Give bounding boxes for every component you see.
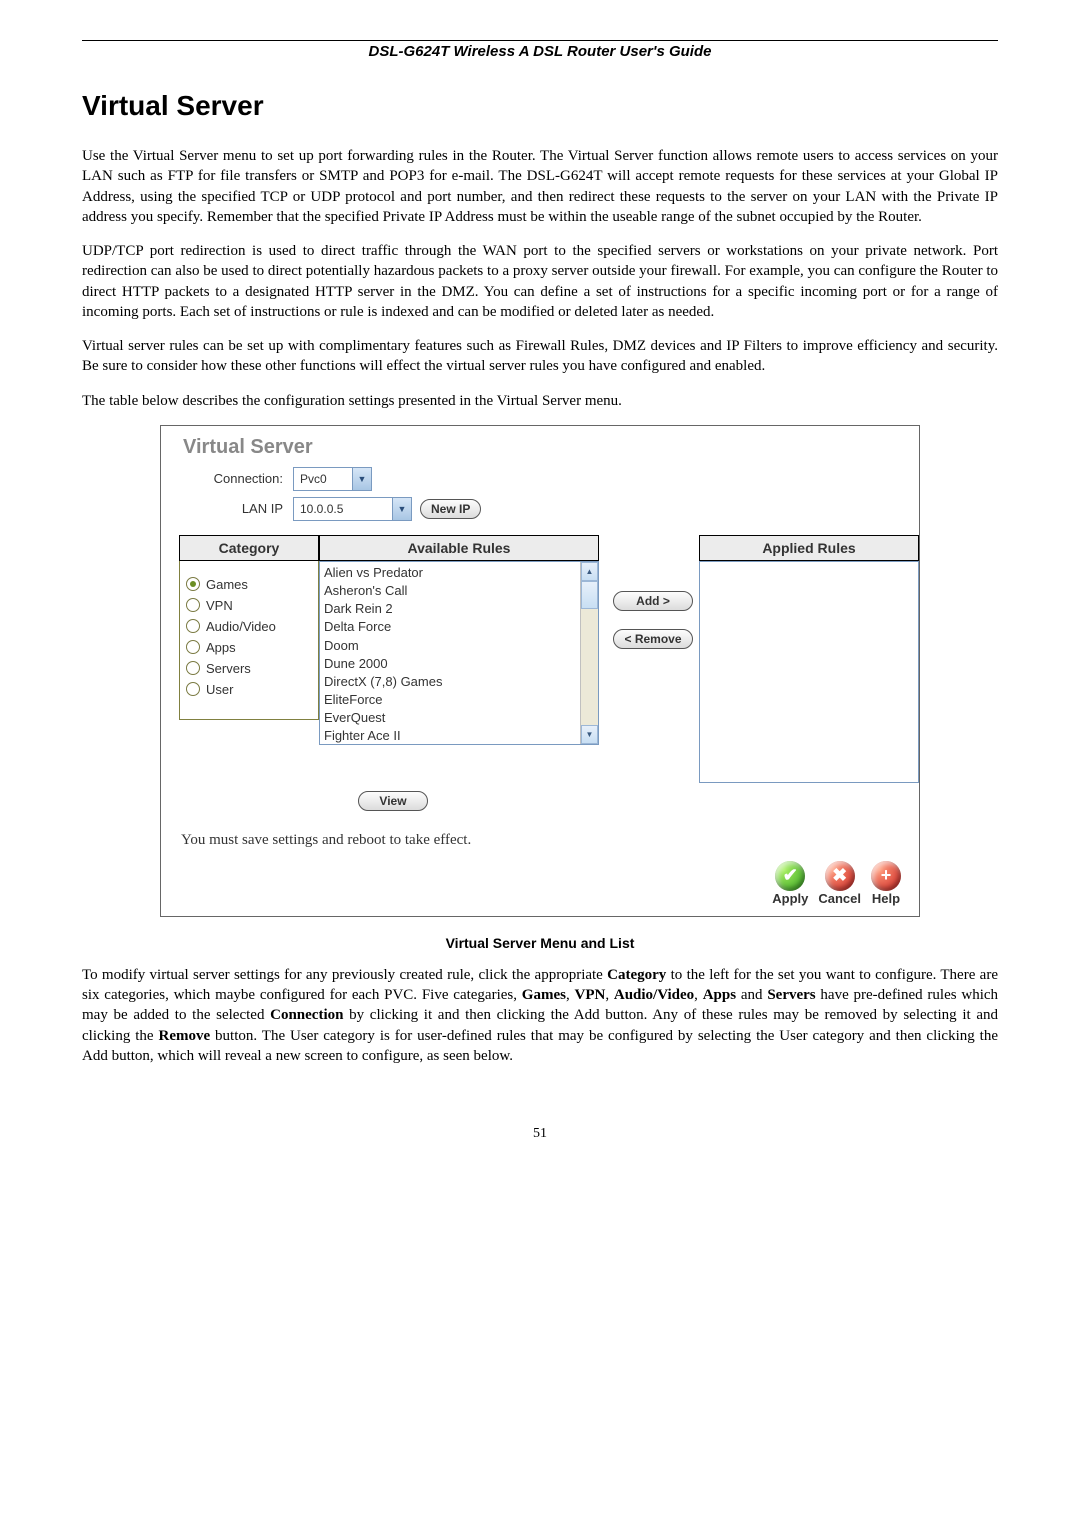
category-games[interactable]: Games [186, 577, 312, 592]
apply-label: Apply [772, 891, 808, 906]
category-label: Servers [206, 661, 251, 676]
scroll-up-icon[interactable]: ▲ [581, 562, 598, 581]
remove-button[interactable]: < Remove [613, 629, 693, 649]
list-item[interactable]: Dark Rein 2 [324, 600, 576, 618]
connection-value: Pvc0 [294, 472, 352, 486]
chevron-down-icon: ▼ [392, 498, 411, 520]
cancel-label: Cancel [818, 891, 861, 906]
lanip-value: 10.0.0.5 [294, 502, 392, 516]
cross-icon: ✖ [825, 861, 855, 891]
page-heading: Virtual Server [82, 90, 998, 122]
category-label: Apps [206, 640, 236, 655]
help-label: Help [872, 891, 900, 906]
connection-label: Connection: [183, 471, 293, 486]
scrollbar[interactable]: ▲ ▼ [580, 562, 598, 744]
category-label: User [206, 682, 233, 697]
closing-para: To modify virtual server settings for an… [82, 965, 998, 1066]
list-item[interactable]: Doom [324, 637, 576, 655]
applied-rules-listbox[interactable] [699, 561, 919, 783]
radio-icon [186, 598, 200, 612]
new-ip-button[interactable]: New IP [420, 499, 481, 519]
category-list: Games VPN Audio/Video Apps Servers User [179, 561, 319, 720]
list-item[interactable]: Dune 2000 [324, 655, 576, 673]
category-user[interactable]: User [186, 682, 312, 697]
panel-title: Virtual Server [173, 436, 907, 459]
list-item[interactable]: Alien vs Predator [324, 564, 576, 582]
connection-select[interactable]: Pvc0 ▼ [293, 467, 372, 491]
view-button[interactable]: View [358, 791, 427, 811]
available-rules-header: Available Rules [319, 535, 599, 561]
list-item[interactable]: DirectX (7,8) Games [324, 673, 576, 691]
lanip-label: LAN IP [183, 501, 293, 516]
virtual-server-panel: Virtual Server Connection: Pvc0 ▼ LAN IP… [160, 425, 920, 917]
page-number: 51 [82, 1126, 998, 1142]
cancel-button[interactable]: ✖ Cancel [818, 861, 861, 906]
radio-icon [186, 661, 200, 675]
category-apps[interactable]: Apps [186, 640, 312, 655]
category-audiovideo[interactable]: Audio/Video [186, 619, 312, 634]
check-icon: ✔ [775, 861, 805, 891]
available-rules-listbox[interactable]: Alien vs PredatorAsheron's CallDark Rein… [319, 561, 599, 745]
radio-icon [186, 619, 200, 633]
radio-icon [186, 682, 200, 696]
category-header: Category [179, 535, 319, 561]
help-button[interactable]: + Help [871, 861, 901, 906]
plus-icon: + [871, 861, 901, 891]
radio-icon [186, 577, 200, 591]
category-label: VPN [206, 598, 233, 613]
save-reboot-note: You must save settings and reboot to tak… [181, 832, 907, 849]
category-servers[interactable]: Servers [186, 661, 312, 676]
apply-button[interactable]: ✔ Apply [772, 861, 808, 906]
radio-icon [186, 640, 200, 654]
intro-para-2: UDP/TCP port redirection is used to dire… [82, 241, 998, 322]
add-button[interactable]: Add > [613, 591, 693, 611]
applied-rules-header: Applied Rules [699, 535, 919, 561]
scroll-thumb[interactable] [581, 581, 598, 609]
list-item[interactable]: Asheron's Call [324, 582, 576, 600]
category-vpn[interactable]: VPN [186, 598, 312, 613]
list-item[interactable]: EliteForce [324, 691, 576, 709]
intro-para-3: Virtual server rules can be set up with … [82, 336, 998, 377]
chevron-down-icon: ▼ [352, 468, 371, 490]
category-label: Games [206, 577, 248, 592]
category-label: Audio/Video [206, 619, 276, 634]
lanip-select[interactable]: 10.0.0.5 ▼ [293, 497, 412, 521]
guide-title: DSL-G624T Wireless A DSL Router User's G… [82, 43, 998, 60]
figure-caption: Virtual Server Menu and List [82, 935, 998, 951]
scroll-down-icon[interactable]: ▼ [581, 725, 598, 744]
intro-para-1: Use the Virtual Server menu to set up po… [82, 146, 998, 227]
list-item[interactable]: Delta Force [324, 618, 576, 636]
intro-para-4: The table below describes the configurat… [82, 391, 998, 411]
list-item[interactable]: EverQuest [324, 709, 576, 727]
list-item[interactable]: Fighter Ace II [324, 727, 576, 743]
